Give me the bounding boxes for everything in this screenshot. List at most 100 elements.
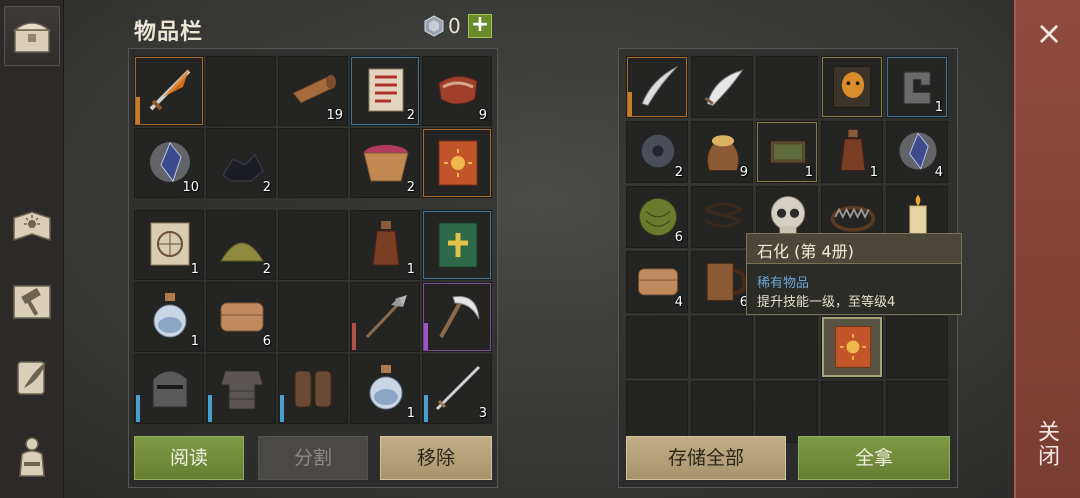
item-slot-knight-helmet[interactable] bbox=[134, 354, 204, 424]
tooltip-title: 石化 (第 4册) bbox=[747, 234, 961, 264]
item-slot-cloth[interactable]: 6 bbox=[206, 282, 276, 352]
close-panel[interactable]: × 关闭 bbox=[1014, 0, 1080, 498]
item-quantity: 9 bbox=[478, 108, 487, 123]
character-icon bbox=[19, 437, 45, 477]
durability-bar bbox=[280, 394, 284, 422]
empty-slot[interactable] bbox=[626, 381, 688, 443]
item-quantity: 1 bbox=[934, 100, 943, 115]
sun-book-icon bbox=[13, 211, 51, 242]
item-slot-orange-book[interactable] bbox=[821, 316, 883, 378]
empty-slot[interactable] bbox=[756, 316, 818, 378]
empty-slot[interactable] bbox=[206, 56, 276, 126]
curved-blade-icon bbox=[641, 66, 678, 107]
durability-bar bbox=[136, 394, 140, 422]
item-slot-curved-blade[interactable] bbox=[626, 56, 688, 118]
empty-slot[interactable] bbox=[756, 56, 818, 118]
item-slot-map-scroll[interactable]: 1 bbox=[134, 210, 204, 280]
durability-bar bbox=[352, 322, 356, 350]
item-slot-blue-crystal[interactable]: 10 bbox=[134, 128, 204, 198]
empty-slot[interactable] bbox=[691, 316, 753, 378]
close-icon[interactable]: × bbox=[1034, 17, 1064, 49]
wire-icon bbox=[704, 202, 744, 228]
red-scroll-icon bbox=[368, 68, 404, 112]
empty-slot[interactable] bbox=[886, 316, 948, 378]
item-slot-green-book[interactable] bbox=[422, 210, 492, 280]
item-slot-mug[interactable]: 6 bbox=[691, 251, 753, 313]
item-slot-scimitar[interactable] bbox=[691, 56, 753, 118]
item-slot-red-scroll[interactable]: 2 bbox=[350, 56, 420, 126]
item-slot-potion[interactable]: 1 bbox=[350, 354, 420, 424]
item-quantity: 4 bbox=[934, 165, 943, 180]
store-all-button[interactable]: 存储全部 bbox=[626, 436, 786, 480]
item-slot-bottle[interactable]: 1 bbox=[821, 121, 883, 183]
read-button[interactable]: 阅读 bbox=[134, 436, 244, 480]
raw-meat-icon bbox=[438, 76, 478, 105]
sand-pile-icon bbox=[220, 242, 264, 262]
close-label[interactable]: 关闭 bbox=[1034, 420, 1062, 468]
empty-slot[interactable] bbox=[626, 316, 688, 378]
item-quantity: 4 bbox=[674, 295, 683, 310]
item-slot-mask-book[interactable] bbox=[821, 56, 883, 118]
orange-book-icon bbox=[834, 326, 872, 368]
item-quantity: 2 bbox=[674, 165, 683, 180]
item-slot-raw-meat[interactable]: 9 bbox=[422, 56, 492, 126]
item-slot-chain-armor[interactable] bbox=[206, 354, 276, 424]
sidebar-tab-skills[interactable] bbox=[4, 196, 60, 256]
scythe-icon bbox=[439, 295, 480, 338]
potion-icon bbox=[369, 365, 403, 410]
add-gems-button[interactable]: + bbox=[468, 14, 492, 38]
item-slot-blue-crystal[interactable]: 4 bbox=[886, 121, 948, 183]
empty-slot[interactable] bbox=[278, 282, 348, 352]
split-button[interactable]: 分割 bbox=[258, 436, 368, 480]
item-slot-berry-bowl[interactable]: 2 bbox=[350, 128, 420, 198]
item-quantity: 1 bbox=[869, 165, 878, 180]
durability-bar bbox=[136, 96, 140, 124]
remove-button[interactable]: 移除 bbox=[380, 436, 492, 480]
item-slot-gear[interactable]: 2 bbox=[626, 121, 688, 183]
inventory-title: 物品栏 bbox=[134, 20, 204, 45]
item-slot-halberd[interactable] bbox=[350, 282, 420, 352]
tooltip-description: 提升技能一级，至等级4 bbox=[757, 295, 896, 310]
item-slot-scythe[interactable] bbox=[422, 282, 492, 352]
durability-bar bbox=[424, 322, 428, 350]
item-slot-herb-ball[interactable]: 6 bbox=[626, 186, 688, 248]
potion-icon bbox=[153, 293, 187, 338]
empty-slot[interactable] bbox=[886, 381, 948, 443]
empty-slot[interactable] bbox=[278, 210, 348, 280]
item-quantity: 2 bbox=[262, 180, 271, 195]
berry-bowl-icon bbox=[363, 145, 409, 182]
empty-slot[interactable] bbox=[756, 381, 818, 443]
cloth-icon bbox=[220, 302, 264, 332]
green-book-icon bbox=[438, 222, 478, 268]
scimitar-icon bbox=[704, 69, 744, 106]
empty-slot[interactable] bbox=[278, 128, 348, 198]
item-slot-longsword[interactable]: 3 bbox=[422, 354, 492, 424]
item-slot-tray[interactable]: 1 bbox=[756, 121, 818, 183]
quill-scroll-icon bbox=[17, 361, 46, 395]
item-slot-cloth[interactable]: 4 bbox=[626, 251, 688, 313]
item-slot-orange-book[interactable] bbox=[422, 128, 492, 198]
sidebar bbox=[0, 0, 64, 498]
item-slot-grain-sack[interactable]: 9 bbox=[691, 121, 753, 183]
item-quantity: 2 bbox=[262, 262, 271, 277]
sidebar-tab-character[interactable] bbox=[4, 426, 60, 486]
item-slot-wire[interactable] bbox=[691, 186, 753, 248]
item-slot-potion[interactable]: 1 bbox=[134, 282, 204, 352]
hammer-icon bbox=[13, 285, 51, 319]
item-slot-sand-pile[interactable]: 2 bbox=[206, 210, 276, 280]
take-all-button[interactable]: 全拿 bbox=[798, 436, 950, 480]
sidebar-tab-inventory[interactable] bbox=[4, 6, 60, 66]
item-slot-leather-roll[interactable]: 19 bbox=[278, 56, 348, 126]
empty-slot[interactable] bbox=[691, 381, 753, 443]
empty-slot[interactable] bbox=[821, 381, 883, 443]
item-slot-coal[interactable]: 2 bbox=[206, 128, 276, 198]
item-slot-gauntlets[interactable] bbox=[278, 354, 348, 424]
sidebar-tab-journal[interactable] bbox=[4, 348, 60, 408]
inventory-grid-bottom: 1211613 bbox=[134, 210, 492, 424]
item-slot-flaming-sword[interactable] bbox=[134, 56, 204, 126]
item-slot-metal-clamp[interactable]: 1 bbox=[886, 56, 948, 118]
flaming-sword-icon bbox=[149, 69, 191, 111]
sidebar-tab-crafting[interactable] bbox=[4, 272, 60, 332]
item-slot-bottle[interactable]: 1 bbox=[350, 210, 420, 280]
item-quantity: 1 bbox=[406, 262, 415, 277]
